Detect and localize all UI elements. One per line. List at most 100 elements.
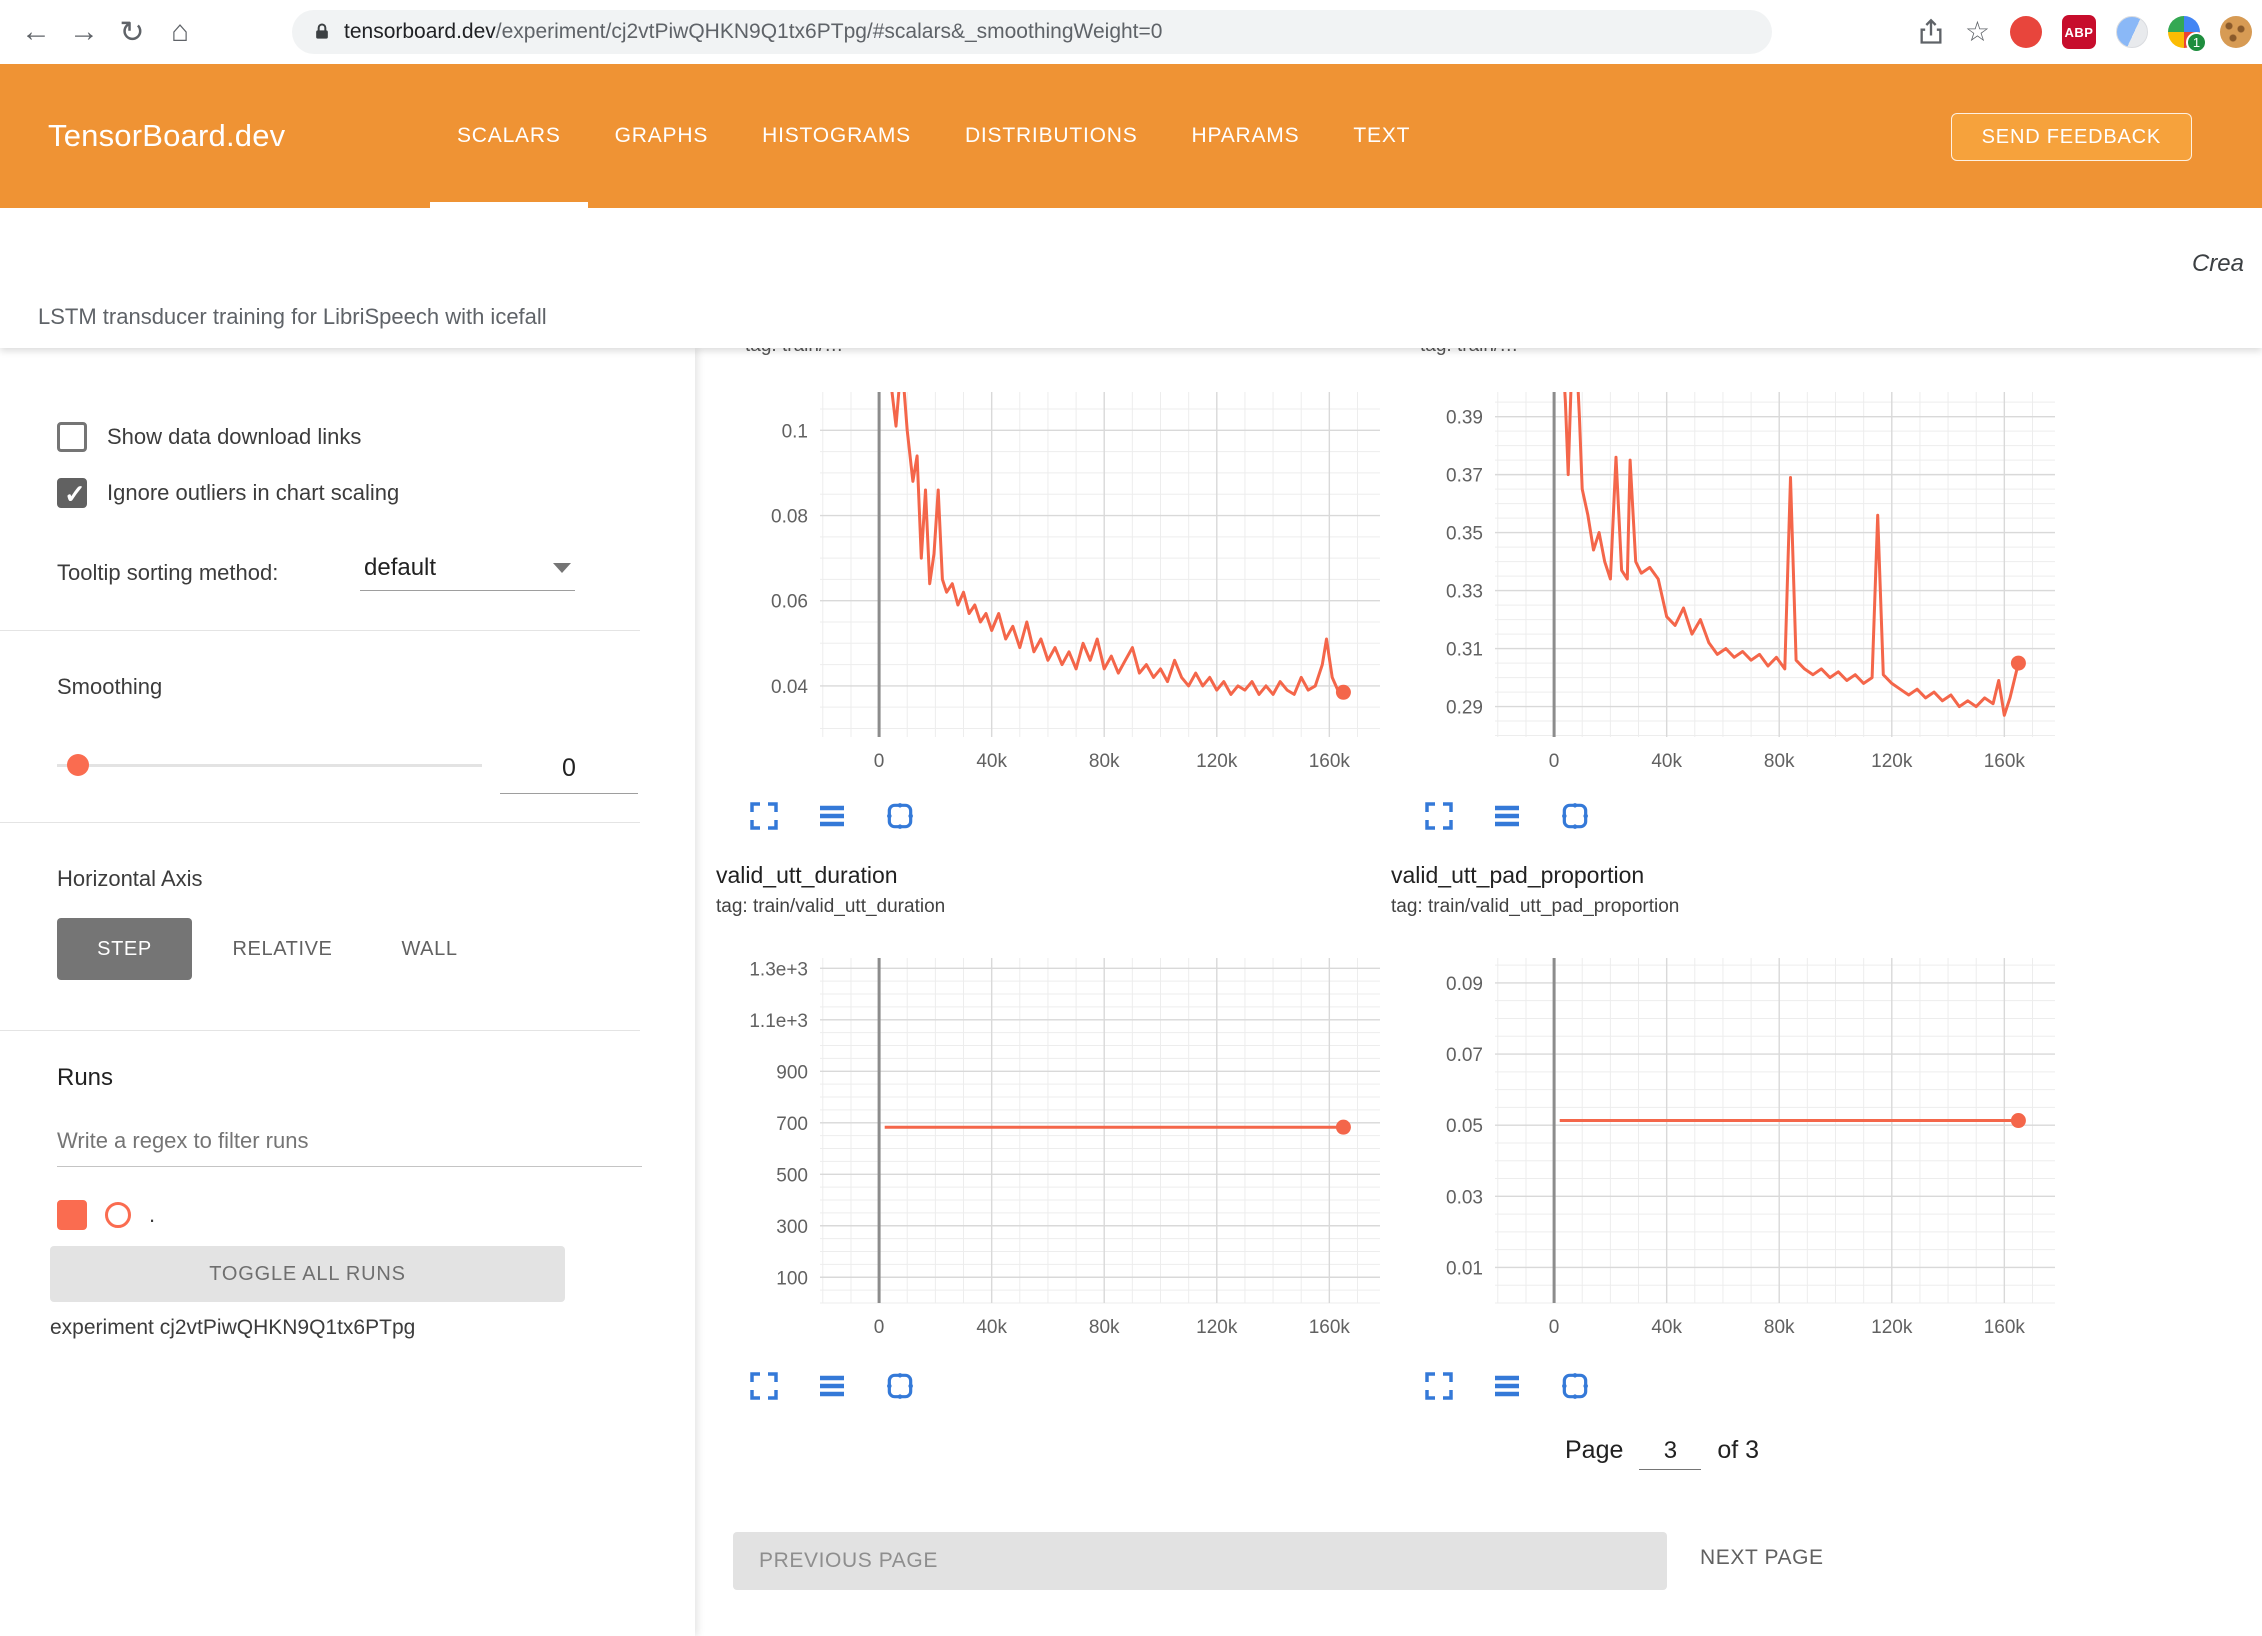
forward-icon[interactable]: → bbox=[60, 15, 108, 49]
tab-text[interactable]: TEXT bbox=[1326, 64, 1437, 208]
scalar-chart[interactable]: 040k80k120k160k0.010.030.050.070.09 bbox=[1405, 930, 2067, 1350]
toggle-all-runs-button[interactable]: TOGGLE ALL RUNS bbox=[50, 1246, 565, 1302]
chart-canvas[interactable]: 040k80k120k160k0.290.310.330.350.370.39 bbox=[1405, 364, 2065, 779]
divider bbox=[0, 1030, 640, 1031]
creator-text-truncated: Crea bbox=[2192, 250, 2244, 278]
lock-icon bbox=[312, 20, 332, 44]
bookmark-star-icon[interactable]: ☆ bbox=[1965, 18, 1990, 46]
run-name: . bbox=[149, 1202, 155, 1228]
reload-icon[interactable]: ↻ bbox=[108, 15, 156, 50]
tab-distributions[interactable]: DISTRIBUTIONS bbox=[938, 64, 1165, 208]
svg-text:0.04: 0.04 bbox=[771, 677, 808, 698]
chart-canvas[interactable]: 040k80k120k160k0.010.030.050.070.09 bbox=[1405, 930, 2065, 1345]
svg-text:0.09: 0.09 bbox=[1446, 974, 1483, 995]
svg-text:40k: 40k bbox=[976, 1317, 1007, 1338]
chart-card: valid_utt_duration tag: train/valid_utt_… bbox=[716, 862, 1392, 1350]
fit-domain-icon[interactable] bbox=[1559, 1370, 1591, 1402]
svg-text:500: 500 bbox=[776, 1165, 808, 1186]
chart-title: valid_utt_duration bbox=[716, 862, 1392, 889]
tooltip-sorting-dropdown[interactable]: default bbox=[360, 552, 575, 591]
chart-card: tag: train/… 040k80k120k160k0.290.310.33… bbox=[1391, 344, 2067, 784]
chart-canvas[interactable]: 040k80k120k160k0.040.060.080.1 bbox=[730, 364, 1390, 779]
checkbox-label: Ignore outliers in chart scaling bbox=[107, 480, 399, 506]
view-data-icon[interactable] bbox=[1491, 800, 1523, 832]
smoothing-value-input[interactable] bbox=[500, 744, 638, 794]
svg-text:0.37: 0.37 bbox=[1446, 466, 1483, 487]
fullscreen-icon[interactable] bbox=[1423, 1370, 1455, 1402]
fullscreen-icon[interactable] bbox=[748, 800, 780, 832]
abp-extension-icon[interactable]: ABP bbox=[2062, 15, 2096, 49]
fit-domain-icon[interactable] bbox=[884, 1370, 916, 1402]
svg-text:1.1e+3: 1.1e+3 bbox=[749, 1011, 808, 1032]
runs-label: Runs bbox=[57, 1064, 113, 1092]
run-color-swatch-icon[interactable] bbox=[105, 1202, 131, 1228]
view-data-icon[interactable] bbox=[816, 1370, 848, 1402]
experiment-description: LSTM transducer training for LibriSpeech… bbox=[38, 304, 547, 330]
horizontal-axis-label: Horizontal Axis bbox=[57, 866, 203, 892]
smoothing-slider[interactable] bbox=[57, 752, 482, 778]
svg-text:900: 900 bbox=[776, 1062, 808, 1083]
chart-card: valid_utt_pad_proportion tag: train/vali… bbox=[1391, 862, 2067, 1350]
run-row[interactable]: . bbox=[57, 1200, 155, 1230]
home-icon[interactable]: ⌂ bbox=[156, 15, 204, 49]
tab-scalars[interactable]: SCALARS bbox=[430, 64, 588, 208]
chart-card: tag: train/… 040k80k120k160k0.040.060.08… bbox=[716, 344, 1392, 784]
chart-tag: tag: train/valid_utt_pad_proportion bbox=[1391, 896, 2067, 918]
slider-track[interactable] bbox=[57, 764, 482, 767]
url-text: tensorboard.dev/experiment/cj2vtPiwQHKN9… bbox=[344, 20, 1162, 44]
chart-tag: tag: train/valid_utt_duration bbox=[716, 896, 1392, 918]
checkbox-checked-icon[interactable] bbox=[57, 478, 87, 508]
svg-text:0: 0 bbox=[1549, 751, 1560, 772]
tensorboard-logo[interactable]: TensorBoard.dev bbox=[48, 64, 285, 208]
cookie-extension-icon[interactable] bbox=[2220, 16, 2252, 48]
previous-page-button[interactable]: PREVIOUS PAGE bbox=[733, 1532, 1667, 1590]
back-icon[interactable]: ← bbox=[12, 15, 60, 49]
page-number-input[interactable] bbox=[1639, 1437, 1701, 1470]
svg-text:0.29: 0.29 bbox=[1446, 698, 1483, 719]
checkbox-unchecked-icon[interactable] bbox=[57, 422, 87, 452]
svg-text:120k: 120k bbox=[1871, 1317, 1913, 1338]
view-data-icon[interactable] bbox=[1491, 1370, 1523, 1402]
fullscreen-icon[interactable] bbox=[748, 1370, 780, 1402]
axis-step-button[interactable]: STEP bbox=[57, 918, 192, 980]
svg-text:40k: 40k bbox=[976, 751, 1007, 772]
axis-relative-button[interactable]: RELATIVE bbox=[205, 918, 360, 980]
scalar-chart[interactable]: 040k80k120k160k1003005007009001.1e+31.3e… bbox=[730, 930, 1392, 1350]
scalar-chart[interactable]: 040k80k120k160k0.040.060.080.1 bbox=[730, 364, 1392, 784]
tab-hparams[interactable]: HPARAMS bbox=[1165, 64, 1327, 208]
slider-thumb[interactable] bbox=[67, 754, 89, 776]
next-page-button[interactable]: NEXT PAGE bbox=[1700, 1546, 1824, 1570]
scalar-chart[interactable]: 040k80k120k160k0.290.310.330.350.370.39 bbox=[1405, 364, 2067, 784]
axis-wall-button[interactable]: WALL bbox=[372, 918, 487, 980]
svg-text:0.35: 0.35 bbox=[1446, 524, 1483, 545]
tab-graphs[interactable]: GRAPHS bbox=[588, 64, 736, 208]
chart-toolbar bbox=[1423, 800, 1591, 832]
extension-badge: 1 bbox=[2186, 32, 2207, 53]
share-icon[interactable] bbox=[1917, 17, 1945, 47]
extension-icon[interactable] bbox=[2116, 16, 2148, 48]
ignore-outliers-row[interactable]: Ignore outliers in chart scaling bbox=[57, 478, 399, 508]
run-filter-input[interactable] bbox=[57, 1124, 642, 1167]
show-download-links-row[interactable]: Show data download links bbox=[57, 422, 361, 452]
view-data-icon[interactable] bbox=[816, 800, 848, 832]
send-feedback-button[interactable]: SEND FEEDBACK bbox=[1951, 113, 2192, 161]
svg-text:0: 0 bbox=[1549, 1317, 1560, 1338]
divider bbox=[0, 630, 640, 631]
page-label: Page bbox=[1565, 1436, 1623, 1465]
browser-toolbar: ← → ↻ ⌂ tensorboard.dev/experiment/cj2vt… bbox=[0, 0, 2262, 64]
settings-sidebar: Show data download links Ignore outliers… bbox=[0, 348, 695, 1636]
svg-text:700: 700 bbox=[776, 1114, 808, 1135]
address-bar[interactable]: tensorboard.dev/experiment/cj2vtPiwQHKN9… bbox=[292, 10, 1772, 54]
svg-text:80k: 80k bbox=[1764, 751, 1795, 772]
dropdown-value: default bbox=[364, 554, 436, 582]
tab-histograms[interactable]: HISTOGRAMS bbox=[735, 64, 938, 208]
run-checkbox-checked-icon[interactable] bbox=[57, 1200, 87, 1230]
fit-domain-icon[interactable] bbox=[1559, 800, 1591, 832]
adblocker-extension-icon[interactable] bbox=[2010, 16, 2042, 48]
svg-text:40k: 40k bbox=[1651, 751, 1682, 772]
extension-icon-with-badge[interactable]: 1 bbox=[2168, 16, 2200, 48]
svg-text:1.3e+3: 1.3e+3 bbox=[749, 959, 808, 980]
fit-domain-icon[interactable] bbox=[884, 800, 916, 832]
chart-canvas[interactable]: 040k80k120k160k1003005007009001.1e+31.3e… bbox=[730, 930, 1390, 1345]
fullscreen-icon[interactable] bbox=[1423, 800, 1455, 832]
